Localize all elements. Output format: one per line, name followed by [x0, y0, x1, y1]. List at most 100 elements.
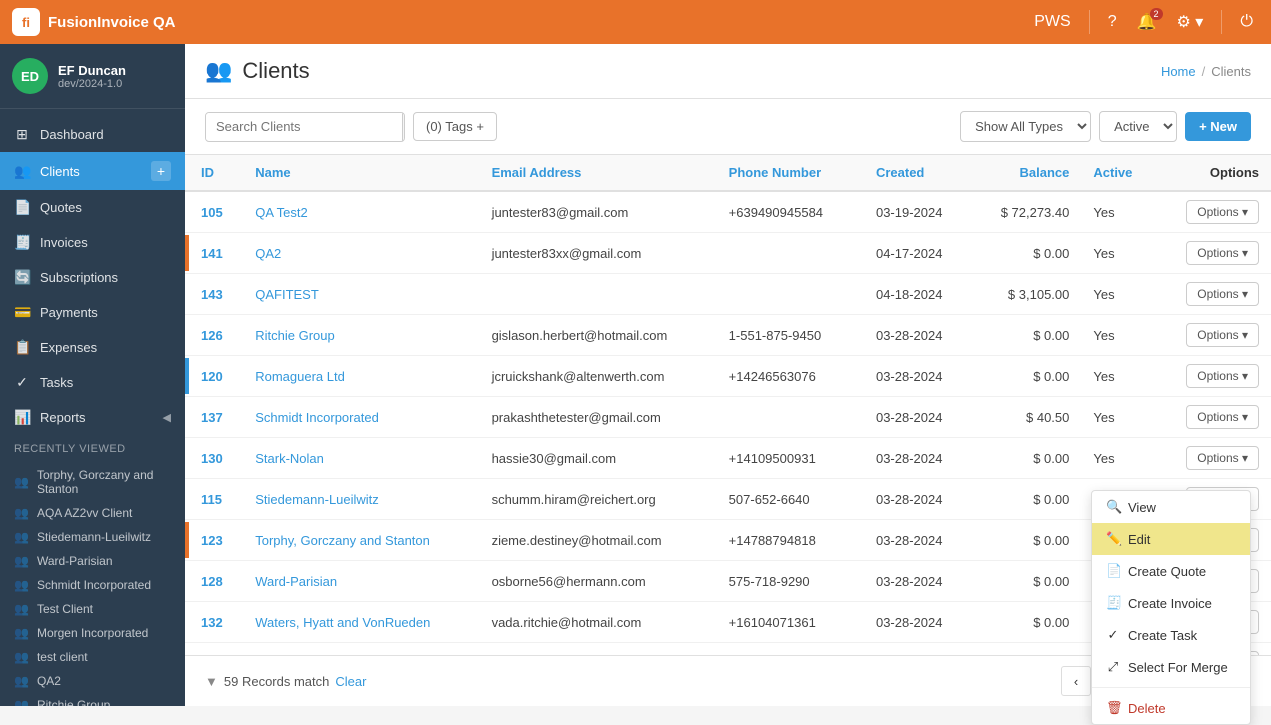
- cell-name[interactable]: Ward-Parisian: [243, 561, 479, 602]
- sidebar-item-dashboard[interactable]: ⊞ Dashboard: [0, 117, 185, 152]
- rv-item-4[interactable]: 👥 Ward-Parisian: [0, 549, 185, 573]
- th-phone[interactable]: Phone Number: [717, 155, 864, 191]
- cell-active: Yes: [1081, 397, 1156, 438]
- rv-item-9[interactable]: 👥 QA2: [0, 669, 185, 693]
- rv-item-5[interactable]: 👥 Schmidt Incorporated: [0, 573, 185, 597]
- cell-id[interactable]: 132: [189, 602, 243, 643]
- notifications-button[interactable]: 🔔2: [1131, 8, 1163, 36]
- cell-name[interactable]: Ritchie Group: [243, 315, 479, 356]
- dropdown-select-merge[interactable]: ⤢ Select For Merge: [1092, 651, 1250, 683]
- cell-name[interactable]: QA2: [243, 233, 479, 274]
- active-filter-select[interactable]: Active: [1099, 111, 1177, 142]
- options-button[interactable]: Options: [1186, 323, 1259, 347]
- tags-button[interactable]: (0) Tags +: [413, 112, 497, 141]
- cell-name[interactable]: Romaguera Ltd: [243, 356, 479, 397]
- cell-id[interactable]: 120: [189, 356, 243, 397]
- dropdown-select-merge-label: Select For Merge: [1128, 660, 1228, 675]
- cell-id[interactable]: 130: [189, 438, 243, 479]
- breadcrumb-home[interactable]: Home: [1161, 64, 1196, 79]
- options-button[interactable]: Options: [1186, 200, 1259, 224]
- th-active[interactable]: Active: [1081, 155, 1156, 191]
- th-balance[interactable]: Balance: [971, 155, 1081, 191]
- sidebar-item-invoices[interactable]: 🧾 Invoices: [0, 225, 185, 260]
- reports-icon: 📊: [14, 409, 30, 426]
- options-button[interactable]: Options: [1186, 364, 1259, 388]
- dropdown-view[interactable]: 🔍 View: [1092, 491, 1250, 523]
- user-section: ED EF Duncan dev/2024-1.0: [0, 44, 185, 109]
- app-logo[interactable]: fi FusionInvoice QA: [12, 8, 176, 36]
- user-name: EF Duncan: [58, 63, 126, 78]
- cell-name[interactable]: Stiedemann-Lueilwitz: [243, 479, 479, 520]
- pwa-button[interactable]: PWS: [1028, 9, 1076, 35]
- delete-icon: 🗑: [1106, 700, 1120, 716]
- cell-email: hassie30@gmail.com: [480, 438, 717, 479]
- cell-name[interactable]: QA Test2: [243, 191, 479, 233]
- cell-id[interactable]: 137: [189, 397, 243, 438]
- dropdown-delete[interactable]: 🗑 Delete: [1092, 692, 1250, 724]
- cell-active: Yes: [1081, 191, 1156, 233]
- cell-active: Yes: [1081, 356, 1156, 397]
- cell-created: 04-18-2024: [864, 274, 971, 315]
- cell-options: Options: [1156, 397, 1271, 438]
- pagination-prev[interactable]: ‹: [1061, 666, 1091, 696]
- rv-item-7[interactable]: 👥 Morgen Incorporated: [0, 621, 185, 645]
- rv-item-2[interactable]: 👥 AQA AZ2vv Client: [0, 501, 185, 525]
- rv-item-8[interactable]: 👥 test client: [0, 645, 185, 669]
- cell-name[interactable]: QAFITEST: [243, 274, 479, 315]
- nav-icons: PWS ? 🔔2 ⚙ ▾ ⏻: [1028, 8, 1259, 36]
- cell-id[interactable]: 128: [189, 561, 243, 602]
- clients-add-button[interactable]: +: [151, 161, 171, 181]
- sidebar-item-quotes[interactable]: 📄 Quotes: [0, 190, 185, 225]
- rv-item-1[interactable]: 👥 Torphy, Gorczany and Stanton: [0, 463, 185, 501]
- clear-filter-link[interactable]: Clear: [335, 674, 366, 689]
- options-button[interactable]: Options: [1186, 405, 1259, 429]
- options-button[interactable]: Options: [1186, 282, 1259, 306]
- dropdown-create-task[interactable]: ✓ Create Task: [1092, 619, 1250, 651]
- search-button[interactable]: 🔍: [402, 113, 405, 141]
- rv-item-3[interactable]: 👥 Stiedemann-Lueilwitz: [0, 525, 185, 549]
- cell-name[interactable]: Torphy, Gorczany and Stanton: [243, 520, 479, 561]
- show-all-types-select[interactable]: Show All Types: [960, 111, 1091, 142]
- cell-name[interactable]: Waters, Hyatt and VonRueden: [243, 602, 479, 643]
- dropdown-create-quote[interactable]: 📄 Create Quote: [1092, 555, 1250, 587]
- create-invoice-icon: 🧾: [1106, 595, 1120, 611]
- rv-item-6[interactable]: 👥 Test Client: [0, 597, 185, 621]
- cell-name[interactable]: Stark-Nolan: [243, 438, 479, 479]
- cell-id[interactable]: 126: [189, 315, 243, 356]
- options-button[interactable]: Options: [1186, 446, 1259, 470]
- search-input[interactable]: [206, 113, 402, 140]
- sidebar-item-clients[interactable]: 👥 Clients +: [0, 152, 185, 190]
- dropdown-edit[interactable]: ✏️ Edit: [1092, 523, 1250, 555]
- dropdown-create-invoice[interactable]: 🧾 Create Invoice: [1092, 587, 1250, 619]
- th-name[interactable]: Name: [243, 155, 479, 191]
- cell-id[interactable]: 115: [189, 479, 243, 520]
- sidebar-item-tasks[interactable]: ✓ Tasks: [0, 365, 185, 400]
- create-quote-icon: 📄: [1106, 563, 1120, 579]
- cell-name[interactable]: Welch, Schumm and Carroll: [243, 643, 479, 656]
- cell-name[interactable]: Schmidt Incorporated: [243, 397, 479, 438]
- cell-id[interactable]: 141: [189, 233, 243, 274]
- table-row: 120 Romaguera Ltd jcruickshank@altenwert…: [185, 356, 1271, 397]
- cell-id[interactable]: 123: [189, 520, 243, 561]
- rv-item-10[interactable]: 👥 Ritchie Group: [0, 693, 185, 706]
- sidebar-item-expenses[interactable]: 📋 Expenses: [0, 330, 185, 365]
- cell-options: Options: [1156, 356, 1271, 397]
- sidebar-item-reports[interactable]: 📊 Reports ◀: [0, 400, 185, 435]
- cell-balance: $ 0.00: [971, 602, 1081, 643]
- th-email[interactable]: Email Address: [480, 155, 717, 191]
- help-button[interactable]: ?: [1102, 9, 1123, 35]
- sidebar-item-subscriptions[interactable]: 🔄 Subscriptions: [0, 260, 185, 295]
- sidebar-item-payments[interactable]: 💳 Payments: [0, 295, 185, 330]
- cell-id[interactable]: 143: [189, 274, 243, 315]
- th-id[interactable]: ID: [189, 155, 243, 191]
- records-info: ▼ 59 Records match Clear: [205, 674, 366, 689]
- th-created[interactable]: Created: [864, 155, 971, 191]
- options-button[interactable]: Options: [1186, 241, 1259, 265]
- cell-id[interactable]: 135: [189, 643, 243, 656]
- rv-icon-9: 👥: [14, 674, 29, 688]
- cell-phone: +16104071361: [717, 602, 864, 643]
- settings-button[interactable]: ⚙ ▾: [1171, 8, 1210, 36]
- new-client-button[interactable]: + New: [1185, 112, 1251, 141]
- power-button[interactable]: ⏻: [1234, 9, 1259, 35]
- cell-id[interactable]: 105: [189, 191, 243, 233]
